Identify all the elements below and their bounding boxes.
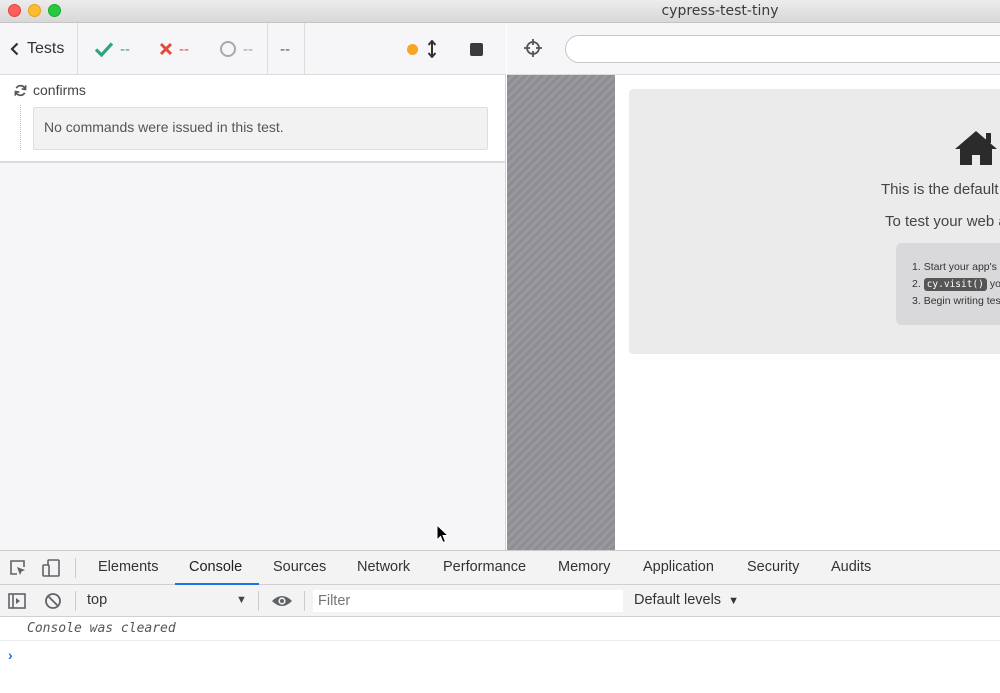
crosshairs-icon[interactable]	[523, 38, 543, 58]
aut-iframe: This is the default b To test your web a…	[615, 75, 1000, 550]
window-titlebar: cypress-test-tiny	[0, 0, 1000, 23]
chevron-left-icon	[10, 42, 19, 56]
running-dot-icon	[407, 43, 418, 55]
circle-notch-icon	[220, 41, 236, 57]
failed-count[interactable]: --	[159, 23, 189, 75]
header-divider	[77, 23, 78, 75]
toolbar-divider	[304, 591, 305, 611]
home-icon	[955, 131, 997, 165]
window-title: cypress-test-tiny	[661, 3, 779, 19]
device-toolbar-icon[interactable]	[42, 559, 62, 577]
default-blank-page: This is the default b To test your web a…	[629, 89, 1000, 354]
mouse-cursor-icon	[436, 524, 450, 544]
panel-resize-handle[interactable]	[507, 75, 615, 550]
console-message: Console was cleared	[0, 617, 1000, 641]
devtools-tabbar: Elements Console Sources Network Perform…	[0, 551, 1000, 585]
window-minimize-button[interactable]	[28, 4, 41, 17]
inspect-element-icon[interactable]	[9, 559, 27, 577]
context-select[interactable]: top	[87, 592, 107, 608]
no-commands-message: No commands were issued in this test.	[33, 107, 488, 150]
console-toolbar: top ▼ Default levels ▼	[0, 585, 1000, 617]
tab-application[interactable]: Application	[643, 551, 714, 585]
tab-memory[interactable]: Memory	[558, 551, 610, 585]
back-to-tests-button[interactable]: Tests	[10, 23, 64, 75]
header-divider	[304, 23, 305, 75]
console-prompt-icon[interactable]: ›	[8, 647, 13, 663]
tab-security[interactable]: Security	[747, 551, 799, 585]
aut-header	[507, 23, 1000, 75]
instructions-list: 1. Start your app's 2. cy.visit() you 3.…	[912, 259, 1000, 310]
command-tree-line	[20, 105, 21, 150]
tab-network[interactable]: Network	[357, 551, 410, 585]
instructions-box: 1. Start your app's 2. cy.visit() you 3.…	[896, 243, 1000, 325]
list-item: 3. Begin writing tes	[912, 295, 1000, 307]
default-page-heading: This is the default b	[881, 181, 1000, 198]
tab-console[interactable]: Console	[175, 551, 259, 585]
stop-button[interactable]	[470, 23, 483, 75]
sidebar-toggle-icon[interactable]	[8, 592, 26, 610]
x-icon	[159, 42, 173, 56]
url-input[interactable]	[565, 35, 1000, 63]
pending-count[interactable]: --	[219, 23, 253, 75]
back-label: Tests	[27, 40, 65, 57]
toolbar-divider	[75, 558, 76, 578]
dropdown-arrow-icon: ▼	[728, 595, 739, 607]
tab-sources[interactable]: Sources	[273, 551, 326, 585]
refresh-icon	[14, 84, 27, 96]
test-title-row[interactable]: confirms	[14, 82, 86, 98]
stop-icon	[470, 42, 483, 56]
window-close-button[interactable]	[8, 4, 21, 17]
tab-elements[interactable]: Elements	[98, 551, 158, 585]
tab-audits[interactable]: Audits	[831, 551, 871, 585]
default-page-subheading: To test your web a	[885, 213, 1000, 230]
reporter-panel: confirms No commands were issued in this…	[0, 75, 506, 550]
window-maximize-button[interactable]	[48, 4, 61, 17]
eye-icon[interactable]	[271, 594, 293, 608]
arrows-vertical-icon	[427, 40, 437, 58]
list-item: 1. Start your app's	[912, 261, 997, 273]
list-item: 2. cy.visit() you	[912, 278, 1000, 291]
header-divider	[267, 23, 268, 75]
reporter-header: Tests -- -- -- --	[0, 23, 506, 75]
toolbar-divider	[75, 591, 76, 611]
test-item[interactable]: confirms No commands were issued in this…	[0, 75, 505, 163]
toolbar-divider	[258, 591, 259, 611]
check-icon	[94, 42, 114, 57]
dropdown-arrow-icon[interactable]: ▼	[236, 594, 247, 606]
filter-input[interactable]	[313, 590, 623, 612]
duration-display: --	[280, 40, 290, 58]
code-snippet: cy.visit()	[923, 278, 987, 291]
log-levels-dropdown[interactable]: Default levels ▼	[634, 592, 739, 608]
running-indicator[interactable]	[407, 23, 437, 75]
test-title: confirms	[33, 82, 86, 98]
passed-count[interactable]: --	[94, 23, 130, 75]
devtools-panel: Elements Console Sources Network Perform…	[0, 550, 1000, 693]
tab-performance[interactable]: Performance	[443, 551, 526, 585]
clear-console-icon[interactable]	[44, 592, 62, 610]
